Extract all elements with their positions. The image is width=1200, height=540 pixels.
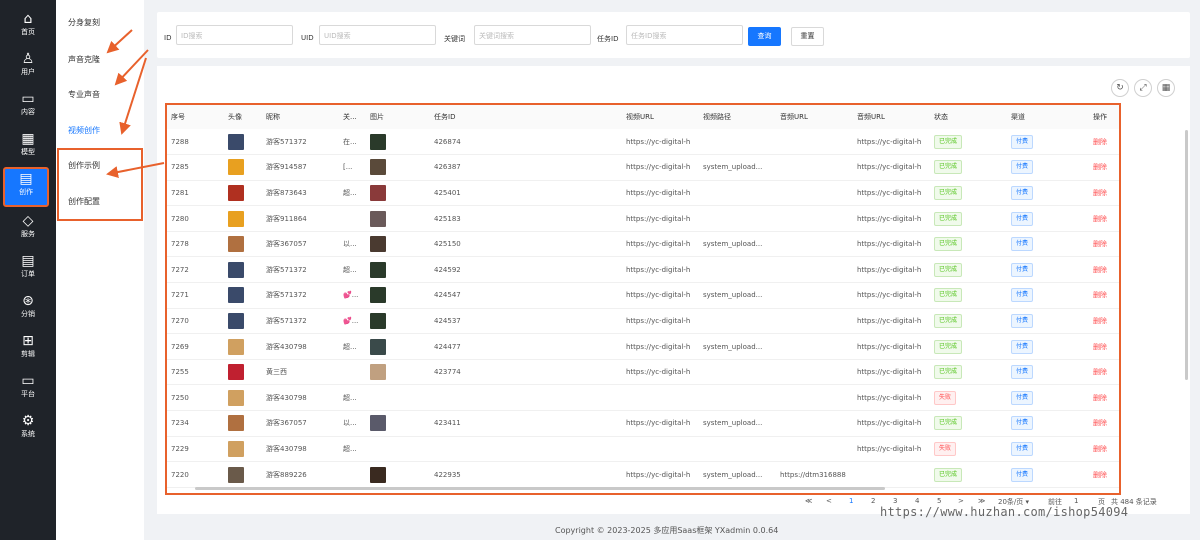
annotation-arrow: [119, 57, 147, 135]
annotation-arrow: [106, 162, 165, 178]
annotation-arrow: [106, 29, 133, 54]
annotation-arrows: [106, 29, 165, 178]
